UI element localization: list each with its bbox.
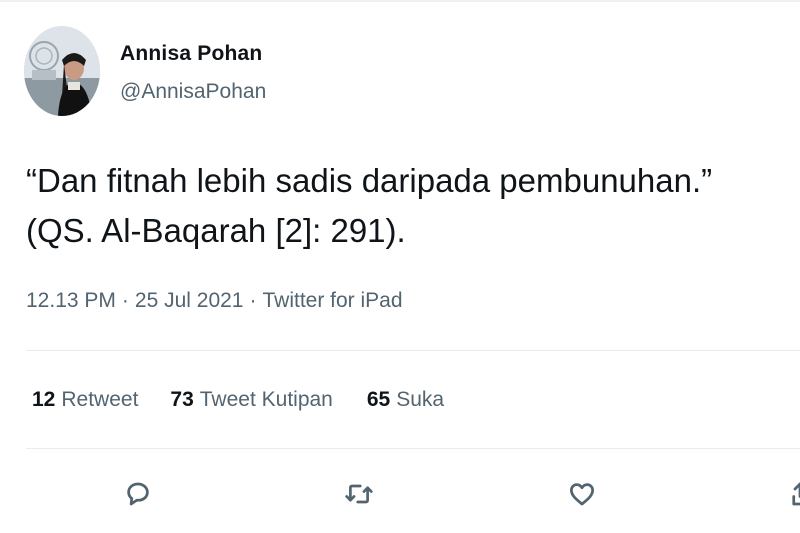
- tweet-stats: 12 Retweet 73 Tweet Kutipan 65 Suka: [32, 388, 444, 412]
- tweet-meta: 12.13 PM · 25 Jul 2021 · Twitter for iPad: [26, 289, 403, 313]
- reply-button[interactable]: [118, 474, 158, 514]
- like-button[interactable]: [562, 474, 602, 514]
- reply-icon: [127, 482, 149, 506]
- share-icon: [792, 482, 800, 506]
- tweet-text-line: (QS. Al-Baqarah [2]: 291).: [26, 212, 406, 249]
- tweet-source[interactable]: Twitter for iPad: [262, 289, 402, 312]
- tweet-text: “Dan fitnah lebih sadis daripada pembunu…: [26, 156, 796, 256]
- heart-icon: [570, 483, 594, 506]
- profile-photo-icon: [24, 26, 100, 116]
- author-display-name[interactable]: Annisa Pohan: [120, 42, 262, 66]
- like-label: Suka: [396, 388, 445, 411]
- retweet-icon: [345, 484, 373, 504]
- retweet-count: 12: [32, 388, 56, 411]
- tweet-time[interactable]: 12.13 PM: [26, 289, 116, 312]
- tweet-card: Annisa Pohan @AnnisaPohan “Dan fitnah le…: [0, 0, 800, 533]
- avatar[interactable]: [24, 26, 100, 116]
- tweet-date[interactable]: 25 Jul 2021: [135, 289, 244, 312]
- divider: [26, 350, 800, 351]
- retweet-button[interactable]: [339, 474, 379, 514]
- share-button[interactable]: [780, 474, 800, 514]
- retweet-count-link[interactable]: 12 Retweet: [32, 388, 138, 412]
- meta-separator: ·: [249, 289, 257, 312]
- quote-count: 73: [170, 388, 194, 411]
- author-handle[interactable]: @AnnisaPohan: [120, 80, 266, 104]
- tweet-actions: [0, 474, 800, 514]
- like-count-link[interactable]: 65 Suka: [367, 388, 444, 412]
- quote-label: Tweet Kutipan: [199, 388, 333, 411]
- retweet-label: Retweet: [61, 388, 139, 411]
- meta-separator: ·: [121, 289, 129, 312]
- like-count: 65: [366, 388, 391, 411]
- divider: [26, 448, 800, 449]
- tweet-text-line: “Dan fitnah lebih sadis daripada pembunu…: [26, 162, 713, 199]
- quote-count-link[interactable]: 73 Tweet Kutipan: [170, 388, 332, 412]
